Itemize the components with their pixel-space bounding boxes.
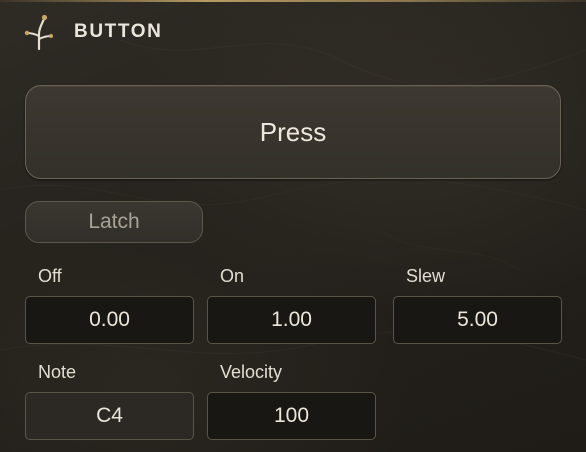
slew-value-field[interactable]: 5.00 xyxy=(393,296,562,344)
press-button[interactable]: Press xyxy=(25,85,561,179)
off-value-field[interactable]: 0.00 xyxy=(25,296,194,344)
note-label: Note xyxy=(38,362,77,382)
panel-title: BUTTON xyxy=(74,21,163,42)
on-value-field[interactable]: 1.00 xyxy=(207,296,376,344)
header: BUTTON xyxy=(22,12,162,52)
velocity-value-field[interactable]: 100 xyxy=(207,392,376,440)
branch-logo-icon xyxy=(22,12,56,52)
off-label: Off xyxy=(38,266,62,286)
note-value-field[interactable]: C4 xyxy=(25,392,194,440)
top-accent-line xyxy=(0,0,586,2)
slew-label: Slew xyxy=(406,266,446,286)
latch-toggle[interactable]: Latch xyxy=(25,201,203,243)
velocity-label: Velocity xyxy=(220,362,283,382)
on-label: On xyxy=(220,266,245,286)
